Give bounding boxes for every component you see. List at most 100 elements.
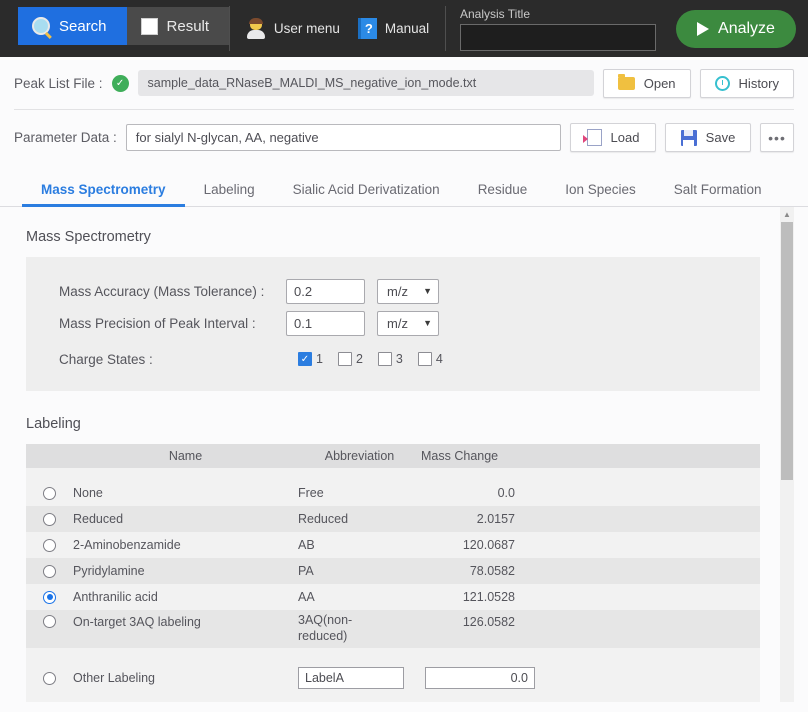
- settings-scroll-area: Mass Spectrometry Mass Accuracy (Mass To…: [0, 207, 808, 702]
- row-name: 2-Aminobenzamide: [73, 538, 181, 552]
- row-abbreviation: AA: [298, 590, 315, 604]
- nav-tab-search[interactable]: Search: [18, 7, 127, 45]
- chevron-down-icon: ▼: [423, 286, 432, 296]
- analysis-title-input[interactable]: [459, 23, 656, 51]
- mass-accuracy-input[interactable]: 0.2: [286, 278, 365, 304]
- book-question-icon: ?: [357, 18, 377, 39]
- scrollbar-thumb[interactable]: [781, 222, 793, 480]
- more-options-button[interactable]: •••: [760, 123, 794, 152]
- save-button-label: Save: [705, 130, 736, 145]
- radio-2-aminobenzamide[interactable]: [43, 538, 56, 552]
- labeling-heading: Labeling: [26, 416, 81, 432]
- peak-list-file-label: Peak List File :: [14, 75, 103, 91]
- checkbox-checked-icon: ✓: [298, 352, 312, 366]
- table-row-other[interactable]: Other Labeling LabelA 0.0: [26, 662, 760, 694]
- primary-nav: Search Result: [18, 7, 230, 45]
- folder-icon: [617, 73, 635, 90]
- load-button[interactable]: Load: [570, 123, 656, 152]
- charge-state-4-label: 4: [435, 352, 443, 366]
- tab-label: Mass Spectrometry: [41, 182, 166, 197]
- peak-list-file-row: Peak List File : ✓ sample_data_RNaseB_MA…: [0, 57, 808, 109]
- row-name: Anthranilic acid: [73, 590, 158, 604]
- radio-on-target-3aq[interactable]: [43, 615, 56, 628]
- radio-pyridylamine[interactable]: [43, 564, 56, 578]
- charge-states-label: Charge States :: [59, 351, 153, 367]
- user-icon: [246, 17, 266, 39]
- tab-salt-formation[interactable]: Salt Formation: [655, 182, 781, 206]
- clock-icon: [714, 75, 730, 91]
- charge-state-4[interactable]: 4: [417, 352, 443, 366]
- grid-icon: [140, 17, 158, 35]
- row-mass-change: 0.0: [497, 486, 515, 500]
- history-button[interactable]: History: [699, 68, 794, 98]
- charge-states-group: ✓ 1 2 3 4: [286, 352, 443, 366]
- charge-state-1[interactable]: ✓ 1: [298, 352, 323, 366]
- row-mass-change: 2.0157: [476, 512, 515, 526]
- charge-state-1-label: 1: [316, 352, 323, 366]
- vertical-scrollbar[interactable]: ▲: [780, 207, 794, 702]
- tab-label: Labeling: [203, 182, 255, 197]
- row-mass-change: 78.0582: [469, 564, 515, 578]
- mass-accuracy-unit-select[interactable]: m/z ▼: [377, 278, 439, 304]
- right-gutter: [794, 207, 808, 702]
- check-circle-icon: ✓: [111, 74, 129, 92]
- radio-other-labeling[interactable]: [43, 671, 56, 685]
- mass-accuracy-label: Mass Accuracy (Mass Tolerance) :: [59, 283, 265, 299]
- row-name: On-target 3AQ labeling: [73, 615, 201, 629]
- mass-precision-input[interactable]: 0.1: [286, 310, 365, 336]
- parameter-data-label: Parameter Data :: [14, 130, 117, 145]
- row-mass-change: 120.0687: [462, 538, 515, 552]
- search-icon: [32, 17, 50, 35]
- parameter-data-input[interactable]: for sialyl N-glycan, AA, negative: [125, 124, 561, 151]
- mass-accuracy-unit-value: m/z: [387, 283, 408, 299]
- nav-tab-result[interactable]: Result: [126, 7, 230, 45]
- table-row[interactable]: None Free 0.0: [26, 480, 760, 506]
- charge-state-2[interactable]: 2: [337, 352, 363, 366]
- tab-labeling[interactable]: Labeling: [185, 182, 274, 206]
- charge-state-3[interactable]: 3: [377, 352, 403, 366]
- tool-group: User menu ? Manual: [230, 0, 445, 57]
- other-labeling-abbreviation-input[interactable]: LabelA: [298, 667, 404, 689]
- header-mass-change: Mass Change: [421, 449, 499, 463]
- open-button[interactable]: Open: [602, 68, 691, 98]
- save-disk-icon: [680, 129, 697, 146]
- radio-anthranilic-acid[interactable]: [43, 590, 56, 604]
- tab-sialic-acid-derivatization[interactable]: Sialic Acid Derivatization: [274, 182, 459, 206]
- table-row[interactable]: On-target 3AQ labeling 3AQ(non-reduced) …: [26, 610, 760, 648]
- load-button-label: Load: [610, 130, 640, 145]
- table-row[interactable]: 2-Aminobenzamide AB 120.0687: [26, 532, 760, 558]
- row-name: Other Labeling: [73, 671, 156, 685]
- analysis-title-label: Analysis Title: [459, 6, 530, 21]
- analyze-button[interactable]: Analyze: [675, 9, 797, 48]
- row-name: Reduced: [73, 512, 124, 526]
- tab-mass-spectrometry[interactable]: Mass Spectrometry: [22, 182, 185, 207]
- labeling-table: Name Abbreviation Mass Change None Free …: [26, 444, 760, 702]
- tab-residue[interactable]: Residue: [459, 182, 547, 206]
- save-button[interactable]: Save: [665, 123, 751, 152]
- tab-ion-species[interactable]: Ion Species: [546, 182, 655, 206]
- other-labeling-mass-input[interactable]: 0.0: [425, 667, 535, 689]
- scroll-up-arrow-icon[interactable]: ▲: [780, 207, 794, 222]
- row-mass-change: 126.0582: [462, 615, 515, 629]
- user-menu-button[interactable]: User menu: [246, 17, 340, 39]
- mass-spectrometry-heading: Mass Spectrometry: [26, 229, 151, 245]
- settings-tabs: Mass Spectrometry Labeling Sialic Acid D…: [0, 169, 808, 207]
- table-row[interactable]: Pyridylamine PA 78.0582: [26, 558, 760, 584]
- mass-precision-label: Mass Precision of Peak Interval :: [59, 315, 256, 331]
- checkbox-icon: [337, 352, 352, 366]
- radio-none[interactable]: [43, 486, 56, 500]
- table-row[interactable]: Anthranilic acid AA 121.0528: [26, 584, 760, 610]
- row-abbreviation: Reduced: [298, 512, 349, 526]
- settings-content: Mass Spectrometry Mass Accuracy (Mass To…: [0, 207, 794, 702]
- radio-reduced[interactable]: [43, 512, 56, 526]
- mass-precision-unit-value: m/z: [387, 315, 408, 331]
- user-menu-label: User menu: [273, 21, 340, 36]
- mass-precision-unit-select[interactable]: m/z ▼: [377, 310, 439, 336]
- mass-accuracy-row: Mass Accuracy (Mass Tolerance) : 0.2 m/z…: [26, 275, 760, 307]
- table-spacer: [26, 468, 760, 480]
- manual-button[interactable]: ? Manual: [357, 18, 429, 39]
- chevron-down-icon: ▼: [423, 318, 432, 328]
- row-abbreviation: Free: [298, 486, 324, 500]
- table-row[interactable]: Reduced Reduced 2.0157: [26, 506, 760, 532]
- play-icon: [697, 21, 710, 36]
